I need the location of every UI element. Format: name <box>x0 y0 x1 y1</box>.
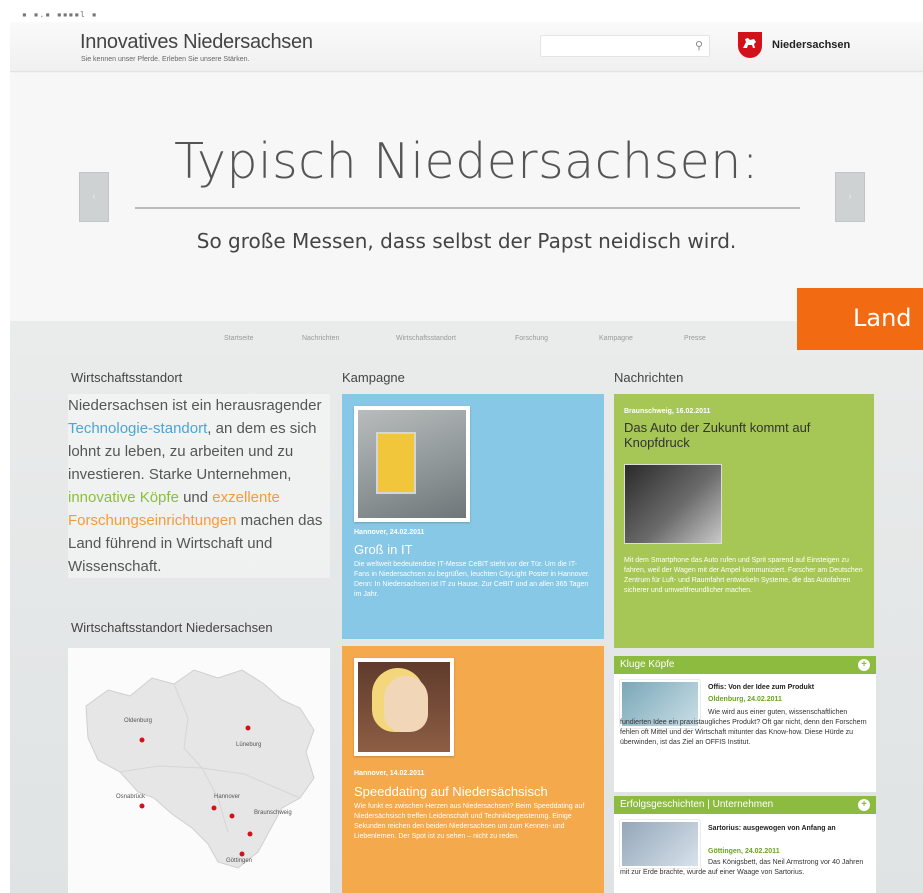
nav-item-presse[interactable]: Presse <box>684 335 706 342</box>
intro-text-part: und <box>178 489 213 506</box>
hero-title: Typisch Niedersachsen: <box>174 133 759 190</box>
city-label[interactable]: Osnabrück <box>116 794 145 800</box>
slider-next-button[interactable]: › <box>835 172 865 222</box>
hero-subtitle: So große Messen, dass selbst der Papst n… <box>196 229 737 253</box>
nav-item-nachrichten[interactable]: Nachrichten <box>302 335 339 342</box>
nav-item-forschung[interactable]: Forschung <box>515 335 548 342</box>
teaser-text: Das Königsbett, das Neil Armstrong vor 4… <box>620 859 864 876</box>
nav-item-kampagne[interactable]: Kampagne <box>599 335 633 342</box>
card-meta: Hannover, 14.02.2011 <box>354 770 425 777</box>
panel-header[interactable]: Erfolgsgeschichten | Unternehmen <box>614 796 876 814</box>
teaser-date: Göttingen, 24.02.2011 <box>708 848 780 855</box>
card-meta: Hannover, 24.02.2011 <box>354 529 425 536</box>
city-label[interactable]: Hannover <box>214 794 240 800</box>
card-body: Die weltweit bedeutendste IT-Messe CeBIT… <box>354 561 590 598</box>
page: Innovatives Niedersachsen Sie kennen uns… <box>10 22 923 893</box>
search-icon[interactable]: ⚲ <box>695 39 703 52</box>
campaign-photo <box>354 406 470 522</box>
link-innovative-koepfe[interactable]: innovative Köpfe <box>68 489 179 506</box>
state-crest-icon[interactable] <box>738 32 762 58</box>
site-tagline: Sie kennen unser Pferde. Erleben Sie uns… <box>81 56 250 63</box>
city-label[interactable]: Oldenburg <box>124 718 152 724</box>
card-body: Wie funkt es zwischen Herzen aus Nieders… <box>354 803 585 840</box>
plus-icon[interactable]: + <box>858 799 870 811</box>
teaser-title[interactable]: Offis: Von der Idee zum Produkt <box>708 684 814 691</box>
nav-item-wirtschaftsstandort[interactable]: Wirtschaftsstandort <box>396 335 456 342</box>
slider-prev-button[interactable]: ‹ <box>79 172 109 222</box>
right-column-title: Nachrichten <box>614 370 684 385</box>
link-technologiestandort[interactable]: Technologie-standort <box>68 420 207 437</box>
left-column-title: Wirtschaftsstandort <box>71 370 183 385</box>
hero-divider <box>135 207 800 209</box>
news-body: Mit dem Smartphone das Auto rufen und Sp… <box>624 557 863 594</box>
teaser-text: Wie wird aus einer guten, wissenschaftli… <box>620 709 867 746</box>
chevron-left-icon: ‹ <box>92 191 96 202</box>
news-photo <box>624 464 722 544</box>
hero-slider: Typisch Niedersachsen: So große Messen, … <box>10 73 923 321</box>
search-input[interactable] <box>541 36 681 57</box>
map-outline <box>85 669 315 869</box>
poster-image <box>376 432 416 494</box>
news-headline[interactable]: Das Auto der Zukunft kommt auf Knopfdruc… <box>624 420 864 450</box>
card-headline[interactable]: Groß in IT <box>354 542 413 557</box>
panel-header[interactable]: Kluge Köpfe <box>614 656 876 674</box>
intro-text: Niedersachsen ist ein herausragender Tec… <box>68 394 330 578</box>
news-meta: Braunschweig, 16.02.2011 <box>624 408 711 415</box>
map-title: Wirtschaftsstandort Niedersachsen <box>71 620 273 635</box>
city-label[interactable]: Braunschweig <box>254 810 292 816</box>
brand-name[interactable]: Niedersachsen <box>772 39 850 51</box>
city-label[interactable]: Lüneburg <box>236 742 261 748</box>
intro-text-part: Niedersachsen ist ein herausragender <box>68 397 322 414</box>
news-card[interactable]: Braunschweig, 16.02.2011 Das Auto der Zu… <box>614 394 874 648</box>
site-title[interactable]: Innovatives Niedersachsen <box>80 31 313 54</box>
panel-kluge-koepfe: Kluge Köpfe + Offis: Von der Idee zum Pr… <box>614 656 876 792</box>
land-badge-label: Land <box>853 304 912 332</box>
card-headline[interactable]: Speeddating auf Niedersächsisch <box>354 784 548 799</box>
teaser-date: Oldenburg, 24.02.2011 <box>708 696 782 703</box>
panel-erfolgsgeschichten: Erfolgsgeschichten | Unternehmen + Sarto… <box>614 796 876 893</box>
search-box: ⚲ <box>540 35 710 57</box>
chevron-right-icon: › <box>848 191 852 202</box>
middle-column-title: Kampagne <box>342 370 405 385</box>
teaser-title[interactable]: Sartorius: ausgewogen von Anfang an <box>708 824 868 834</box>
campaign-card-speeddating[interactable]: Hannover, 14.02.2011 Speeddating auf Nie… <box>342 646 604 893</box>
map-widget[interactable]: Oldenburg Lüneburg Osnabrück Hannover Br… <box>68 648 330 893</box>
header: Innovatives Niedersachsen Sie kennen uns… <box>10 22 923 72</box>
city-label[interactable]: Göttingen <box>226 858 252 864</box>
nav-item-startseite[interactable]: Startseite <box>224 335 254 342</box>
browser-status-dots: ▪ ▪.▪ ▪▪▪▪l ▪ <box>22 10 98 19</box>
plus-icon[interactable]: + <box>858 659 870 671</box>
campaign-photo <box>354 658 454 756</box>
land-badge[interactable]: Land <box>797 288 923 350</box>
portrait-image <box>384 676 428 732</box>
campaign-card-it[interactable]: Hannover, 24.02.2011 Groß in IT Die welt… <box>342 394 604 639</box>
